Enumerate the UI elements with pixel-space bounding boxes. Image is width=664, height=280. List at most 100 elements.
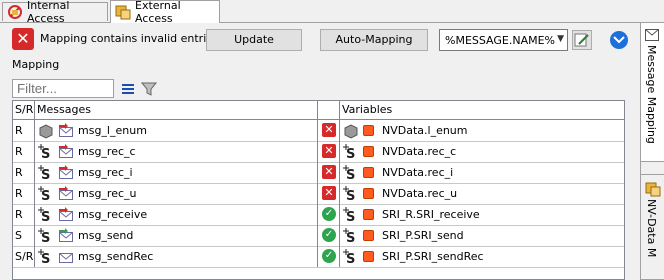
variable-icon	[363, 209, 374, 220]
message-envelope-icon	[58, 207, 74, 223]
header-variables[interactable]: Variables	[340, 101, 624, 119]
external-access-icon	[115, 4, 131, 20]
tab-internal-access[interactable]: Internal Access	[2, 0, 108, 25]
auto-mapping-button[interactable]: Auto-Mapping	[320, 29, 428, 51]
mapping-table: S/R Messages Variables Rmsg_l_enum ✕ NVDat…	[12, 100, 625, 280]
invalid-status-icon: ✕	[322, 165, 336, 179]
svg-text:S: S	[41, 189, 50, 202]
signal-type-icon: S	[343, 186, 359, 204]
message-envelope-icon	[58, 165, 74, 181]
enum-type-icon	[38, 123, 54, 139]
filter-icon[interactable]	[140, 81, 158, 97]
signal-type-icon: S	[38, 144, 54, 162]
valid-status-icon: ✓	[322, 249, 336, 263]
variable-icon	[363, 230, 374, 241]
message-envelope-icon	[58, 186, 74, 202]
table-row[interactable]: R Smsg_rec_u ✕ S NVData.rec_u	[13, 183, 624, 205]
sr-cell: R	[13, 183, 35, 204]
expand-button[interactable]	[608, 30, 630, 50]
svg-text:S: S	[346, 231, 355, 244]
internal-access-icon	[7, 4, 23, 20]
signal-type-icon: S	[343, 249, 359, 267]
table-row[interactable]: R Smsg_rec_c ✕ S NVData.rec_c	[13, 141, 624, 163]
sr-cell: R	[13, 141, 35, 162]
signal-type-icon: S	[343, 207, 359, 225]
error-message: Mapping contains invalid entries!	[40, 32, 224, 45]
message-name: msg_l_enum	[78, 124, 147, 137]
svg-text:S: S	[346, 147, 355, 160]
message-cell: Smsg_receive	[35, 204, 318, 225]
envelope-icon	[645, 29, 659, 41]
message-cell: Smsg_rec_i	[35, 162, 318, 183]
message-envelope-icon	[58, 144, 74, 160]
message-envelope-icon	[58, 123, 74, 139]
message-cell: Smsg_sendRec	[35, 246, 318, 267]
svg-text:S: S	[41, 231, 50, 244]
toolbar: ✕ Mapping contains invalid entries! Upda…	[0, 22, 640, 56]
invalid-status-icon: ✕	[322, 144, 336, 158]
list-options-icon[interactable]	[120, 81, 136, 97]
sr-cell: R	[13, 120, 35, 141]
side-panel: Message Mapping NV-Data M	[640, 22, 664, 280]
header-status[interactable]	[318, 101, 340, 119]
variable-icon	[363, 188, 374, 199]
filter-input[interactable]	[12, 79, 114, 98]
variable-name: NVData.rec_i	[382, 166, 454, 179]
header-sr[interactable]: S/R	[13, 101, 35, 119]
svg-text:S: S	[41, 210, 50, 223]
sr-cell: S	[13, 225, 35, 246]
variable-icon	[363, 125, 374, 136]
sr-cell: R	[13, 204, 35, 225]
variable-icon	[363, 167, 374, 178]
error-icon: ✕	[12, 28, 34, 50]
header-messages[interactable]: Messages	[35, 101, 318, 119]
signal-type-icon: S	[343, 144, 359, 162]
table-row[interactable]: S/R Smsg_sendRec ✓ S SRI_P.SRI_sendRec	[13, 246, 624, 268]
svg-text:S: S	[346, 210, 355, 223]
variable-name: SRI_P.SRI_send	[382, 229, 464, 242]
svg-text:S: S	[346, 252, 355, 265]
signal-type-icon: S	[38, 207, 54, 225]
name-pattern-combo[interactable]: %MESSAGE.NAME% ▼	[439, 29, 568, 51]
side-tab-nv-data-mapping[interactable]: NV-Data M	[641, 174, 664, 280]
table-row[interactable]: S Smsg_send ✓ S SRI_P.SRI_send	[13, 225, 624, 247]
table-row[interactable]: R Smsg_receive ✓ S SRI_R.SRI_receive	[13, 204, 624, 226]
side-tab-message-mapping[interactable]: Message Mapping	[641, 22, 664, 162]
side-tab-label: Message Mapping	[645, 45, 658, 144]
signal-type-icon: S	[343, 228, 359, 246]
tab-external-access[interactable]: External Access	[110, 0, 220, 25]
svg-text:S: S	[41, 168, 50, 181]
double-chevron-down-icon	[610, 31, 628, 49]
table-row[interactable]: R Smsg_rec_i ✕ S NVData.rec_i	[13, 162, 624, 184]
signal-type-icon: S	[343, 165, 359, 183]
side-tab-label: NV-Data M	[645, 199, 658, 258]
message-envelope-icon	[58, 228, 74, 244]
mapping-group-label: Mapping	[12, 58, 60, 71]
signal-type-icon: S	[38, 186, 54, 204]
variable-name: SRI_R.SRI_receive	[382, 208, 480, 221]
variable-name: SRI_P.SRI_sendRec	[382, 250, 484, 263]
variable-name: NVData.rec_u	[382, 187, 458, 200]
message-name: msg_rec_i	[78, 166, 133, 179]
tab-bar: Internal Access External Access	[0, 0, 640, 25]
message-envelope-icon	[58, 249, 74, 265]
enum-type-icon	[343, 123, 359, 139]
message-name: msg_sendRec	[78, 250, 154, 263]
combo-value: %MESSAGE.NAME%	[445, 34, 556, 47]
variable-name: NVData.l_enum	[382, 124, 468, 137]
update-button[interactable]: Update	[206, 29, 302, 51]
nv-data-icon	[645, 182, 661, 197]
message-cell: Smsg_rec_u	[35, 183, 318, 204]
message-name: msg_rec_c	[78, 145, 136, 158]
edit-pattern-button[interactable]	[572, 30, 592, 50]
edit-icon	[574, 33, 589, 47]
invalid-status-icon: ✕	[322, 123, 336, 137]
variable-icon	[363, 146, 374, 157]
variable-name: NVData.rec_c	[382, 145, 457, 158]
table-row[interactable]: Rmsg_l_enum ✕ NVData.l_enum	[13, 120, 624, 142]
message-cell: Smsg_send	[35, 225, 318, 246]
message-cell: msg_l_enum	[35, 120, 318, 141]
table-header: S/R Messages Variables	[13, 101, 624, 120]
message-name: msg_receive	[78, 208, 148, 221]
svg-text:S: S	[41, 147, 50, 160]
